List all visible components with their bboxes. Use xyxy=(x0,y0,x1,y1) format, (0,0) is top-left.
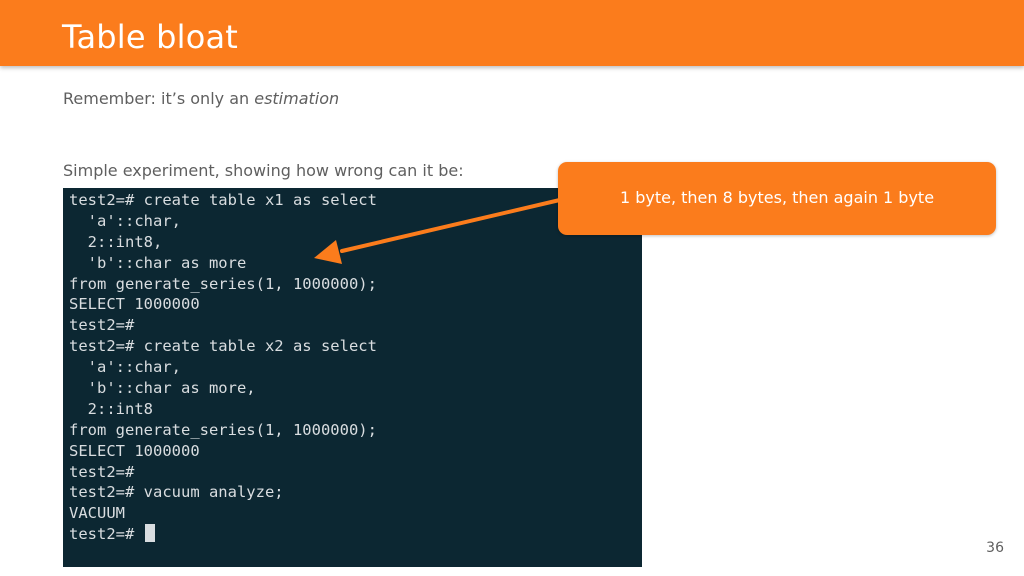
callout-text: 1 byte, then 8 bytes, then again 1 byte xyxy=(619,188,935,207)
terminal-line: test2=# xyxy=(69,462,135,481)
terminal-line: 'b'::char as more, xyxy=(69,379,256,398)
terminal-line: test2=# vacuum analyze; xyxy=(69,483,284,502)
terminal-line: test2=# create table x1 as select xyxy=(69,191,377,209)
terminal-line: 2::int8 xyxy=(69,399,153,418)
slide-title: Table bloat xyxy=(62,18,239,56)
terminal-line: test2=# create table x2 as select xyxy=(69,337,377,356)
terminal-line: 'a'::char, xyxy=(69,211,181,230)
subtitle-emphasis: estimation xyxy=(254,89,340,108)
callout-box: 1 byte, then 8 bytes, then again 1 byte xyxy=(558,162,996,235)
terminal-line: 'b'::char as more xyxy=(69,253,247,272)
intro-text: Simple experiment, showing how wrong can… xyxy=(63,161,464,180)
terminal-line: SELECT 1000000 xyxy=(69,295,200,314)
terminal-line: 'a'::char, xyxy=(69,358,181,377)
terminal-line: VACUUM xyxy=(69,504,125,523)
header-bar: Table bloat xyxy=(0,0,1024,66)
page-number: 36 xyxy=(986,540,1004,556)
terminal-line: SELECT 1000000 xyxy=(69,441,200,460)
terminal-prompt: test2=# xyxy=(69,525,144,544)
terminal-line: test2=# xyxy=(69,316,135,335)
terminal-line: from generate_series(1, 1000000); xyxy=(69,420,377,439)
subtitle-text: Remember: it’s only an xyxy=(63,89,255,108)
subtitle: Remember: it’s only an estimation xyxy=(63,88,339,110)
terminal-line: 2::int8, xyxy=(69,232,163,251)
terminal-cursor xyxy=(144,524,155,543)
terminal-line: from generate_series(1, 1000000); xyxy=(69,274,377,293)
terminal-window: test2=# create table x1 as select 'a'::c… xyxy=(63,188,642,567)
terminal-prompt-line[interactable]: test2=# xyxy=(69,524,642,545)
